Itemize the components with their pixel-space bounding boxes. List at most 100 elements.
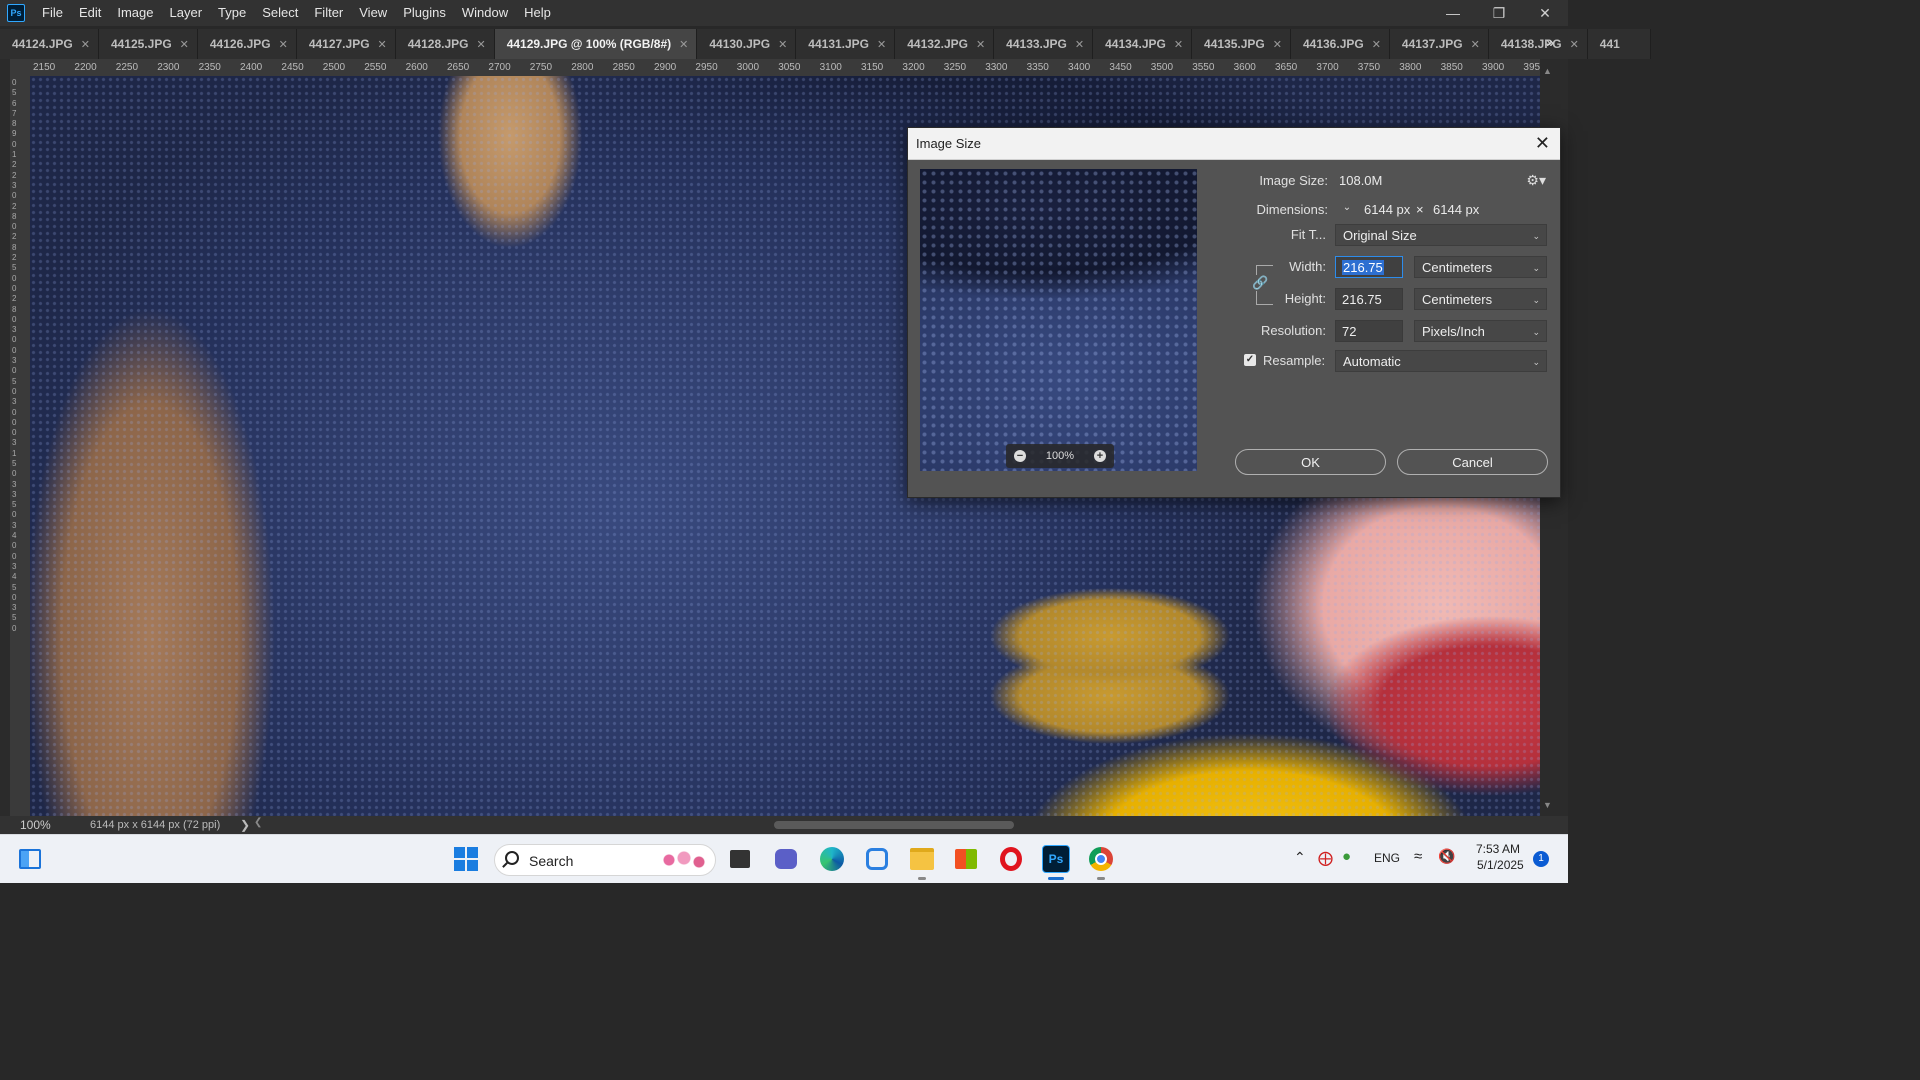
tab-document[interactable]: 44137.JPG ✕ <box>1389 29 1489 59</box>
tab-close-icon[interactable]: ✕ <box>877 38 886 51</box>
ok-button[interactable]: OK <box>1235 449 1386 475</box>
clock-date[interactable]: 5/1/2025 <box>1477 858 1524 872</box>
close-window-icon[interactable]: ✕ <box>1522 0 1568 26</box>
tab-document[interactable]: 44133.JPG ✕ <box>994 29 1094 59</box>
width-input[interactable]: 216.75 <box>1335 256 1403 278</box>
tab-close-icon[interactable]: ✕ <box>778 38 787 51</box>
volume-muted-icon[interactable]: 🔇 <box>1438 848 1455 865</box>
tab-document[interactable]: 44124.JPG ✕ <box>0 29 99 59</box>
height-unit-dropdown[interactable]: Centimeters ⌄ <box>1414 288 1547 310</box>
menu-select[interactable]: Select <box>254 0 306 26</box>
tab-document[interactable]: 44125.JPG ✕ <box>98 29 198 59</box>
resample-checkbox[interactable]: ✓ <box>1244 354 1256 366</box>
tab-document[interactable]: 44136.JPG ✕ <box>1290 29 1390 59</box>
windows-taskbar: Search Ps ⌃ ⨁ ● ENG ≈ 🔇 7:53 AM 5/1/2025… <box>0 834 1568 883</box>
dialog-title-bar[interactable]: Image Size ✕ <box>908 128 1560 160</box>
tab-close-icon[interactable]: ✕ <box>1372 38 1381 51</box>
menu-edit[interactable]: Edit <box>71 0 109 26</box>
tab-close-icon[interactable]: ✕ <box>476 38 485 51</box>
zoom-level[interactable]: 100% <box>0 818 80 832</box>
menu-layer[interactable]: Layer <box>162 0 211 26</box>
menu-type[interactable]: Type <box>210 0 254 26</box>
edge-browser-icon[interactable] <box>816 843 848 875</box>
wifi-icon[interactable]: ≈ <box>1414 848 1422 865</box>
tab-close-icon[interactable]: ✕ <box>81 38 90 51</box>
tab-document[interactable]: 441 <box>1587 29 1651 59</box>
height-input[interactable]: 216.75 <box>1335 288 1403 310</box>
tab-close-icon[interactable]: ✕ <box>1174 38 1183 51</box>
resolution-unit-dropdown[interactable]: Pixels/Inch ⌄ <box>1414 320 1547 342</box>
close-icon[interactable]: ✕ <box>1535 133 1550 154</box>
clock-time[interactable]: 7:53 AM <box>1476 842 1520 856</box>
tab-document[interactable]: 44126.JPG ✕ <box>197 29 297 59</box>
menu-filter[interactable]: Filter <box>306 0 351 26</box>
chrome-browser-icon[interactable] <box>1085 843 1117 875</box>
ruler-tick-label: 3650 <box>1275 62 1298 73</box>
notification-badge[interactable]: 1 <box>1533 851 1549 867</box>
widgets-icon[interactable] <box>14 843 46 875</box>
menu-view[interactable]: View <box>351 0 395 26</box>
horizontal-ruler[interactable]: 2150 2200 2250 2300 2350 2400 2450 2500 2550 2600… <box>30 59 1540 77</box>
scroll-down-icon[interactable]: ▼ <box>1543 800 1552 810</box>
tab-close-icon[interactable]: ✕ <box>1273 38 1282 51</box>
cancel-button[interactable]: Cancel <box>1397 449 1548 475</box>
tab-document[interactable]: 44134.JPG ✕ <box>1093 29 1193 59</box>
minimize-icon[interactable]: — <box>1430 0 1476 26</box>
tab-close-icon[interactable]: ✕ <box>1471 38 1480 51</box>
tab-document[interactable]: 44130.JPG ✕ <box>697 29 797 59</box>
link-constrain-icon[interactable]: 🔗 <box>1252 275 1268 291</box>
restore-icon[interactable]: ❐ <box>1476 0 1522 26</box>
menu-plugins[interactable]: Plugins <box>395 0 454 26</box>
fit-to-dropdown[interactable]: Original Size ⌄ <box>1335 224 1547 246</box>
scroll-up-icon[interactable]: ▲ <box>1543 66 1552 76</box>
taskbar-search-input[interactable]: Search <box>494 844 716 876</box>
horizontal-scroll-thumb[interactable] <box>774 821 1014 829</box>
tab-close-icon[interactable]: ✕ <box>378 38 387 51</box>
search-highlight-icon <box>659 850 709 870</box>
tab-close-icon[interactable]: ✕ <box>1570 38 1579 51</box>
tab-active-document[interactable]: 44129.JPG @ 100% (RGB/8#) ✕ <box>494 29 698 59</box>
width-unit-dropdown[interactable]: Centimeters ⌄ <box>1414 256 1547 278</box>
chevron-down-icon[interactable]: ⌄ <box>1340 202 1354 216</box>
zoom-out-icon[interactable]: − <box>1014 450 1026 462</box>
tab-overflow-icon[interactable]: » <box>1546 34 1554 50</box>
chevron-up-icon[interactable]: ⌃ <box>1294 849 1306 866</box>
image-preview[interactable]: − 100% + <box>920 169 1197 471</box>
vpn-icon[interactable]: ⨁ <box>1318 849 1333 867</box>
photoshop-taskbar-icon[interactable]: Ps <box>1040 843 1072 875</box>
tab-document[interactable]: 44131.JPG ✕ <box>796 29 896 59</box>
opera-browser-icon[interactable] <box>995 843 1027 875</box>
tab-document[interactable]: 44128.JPG ✕ <box>395 29 495 59</box>
tab-close-icon[interactable]: ✕ <box>1075 38 1084 51</box>
resolution-unit-value: Pixels/Inch <box>1422 324 1485 339</box>
zoom-in-icon[interactable]: + <box>1093 450 1106 462</box>
tab-document[interactable]: 44132.JPG ✕ <box>895 29 995 59</box>
teams-chat-icon[interactable] <box>770 843 802 875</box>
tab-close-icon[interactable]: ✕ <box>976 38 985 51</box>
tab-close-icon[interactable]: ✕ <box>679 38 688 51</box>
tab-close-icon[interactable]: ✕ <box>180 38 189 51</box>
file-explorer-icon[interactable] <box>906 843 938 875</box>
language-indicator[interactable]: ENG <box>1374 851 1400 865</box>
height-label: Height: <box>1284 291 1326 306</box>
chevron-down-icon: ⌄ <box>1532 295 1540 305</box>
vertical-ruler[interactable]: 0 5 6 7 8 9 0 1 2 2 3 0 2 8 0 2 8 2 5 0 … <box>10 76 31 816</box>
tab-document[interactable]: 44135.JPG ✕ <box>1192 29 1291 59</box>
menu-file[interactable]: File <box>34 0 71 26</box>
menu-image[interactable]: Image <box>109 0 161 26</box>
network-globe-icon[interactable]: ● <box>1342 848 1351 865</box>
tab-close-icon[interactable]: ✕ <box>279 38 288 51</box>
horizontal-scrollbar[interactable]: ❮ <box>254 817 1534 831</box>
tab-document[interactable]: 44138.JPG ✕ <box>1488 29 1588 59</box>
lens-app-icon[interactable] <box>861 843 893 875</box>
tab-document[interactable]: 44127.JPG ✕ <box>296 29 396 59</box>
task-view-icon[interactable] <box>724 843 756 875</box>
menu-help[interactable]: Help <box>516 0 559 26</box>
resolution-input[interactable]: 72 <box>1335 320 1403 342</box>
start-icon[interactable] <box>450 843 482 875</box>
microsoft-store-icon[interactable] <box>950 843 982 875</box>
menu-window[interactable]: Window <box>454 0 516 26</box>
resample-dropdown[interactable]: Automatic ⌄ <box>1335 350 1547 372</box>
gear-icon[interactable]: ⚙▾ <box>1526 172 1546 189</box>
scroll-left-icon[interactable]: ❮ <box>254 817 262 828</box>
